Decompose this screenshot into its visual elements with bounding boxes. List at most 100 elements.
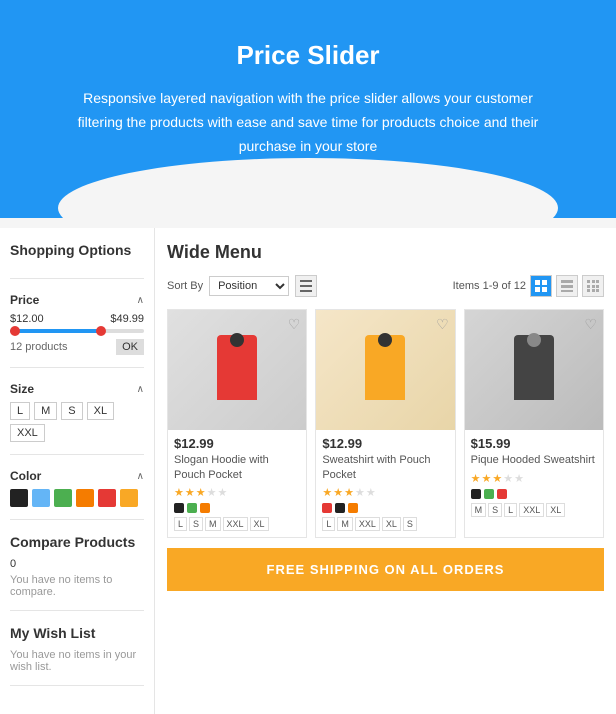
product-info-1: $12.99 Slogan Hoodie with Pouch Pocket ★…	[168, 430, 306, 537]
color-dot-2-black[interactable]	[335, 503, 345, 513]
price-label: Price	[10, 293, 39, 307]
toolbar-left: Sort By Position Name Price	[167, 275, 317, 297]
grid-view-button[interactable]	[530, 275, 552, 297]
size-tag-3-XL[interactable]: XL	[546, 503, 565, 517]
content-area: Wide Menu Sort By Position Name Price	[155, 228, 616, 714]
color-dot-2-orange[interactable]	[348, 503, 358, 513]
size-tag-2-XL[interactable]: XL	[382, 517, 401, 531]
color-swatch-red[interactable]	[98, 489, 116, 507]
size-filter-header: Size ∧	[10, 382, 144, 396]
slider-thumb-right[interactable]	[96, 326, 106, 336]
wishlist-button-1[interactable]: ♡	[288, 316, 301, 333]
sort-label: Sort By	[167, 280, 203, 292]
shopping-options-title: Shopping Options	[10, 242, 144, 258]
star-3-5: ★	[514, 472, 524, 485]
size-XXL[interactable]: XXL	[10, 424, 45, 442]
color-filter-section: Color ∧	[10, 469, 144, 520]
size-tag-1-M[interactable]: M	[205, 517, 221, 531]
star-1-3: ★	[196, 486, 206, 499]
price-slider-track[interactable]	[10, 329, 144, 333]
size-options: L M S XL XXL	[10, 402, 144, 442]
product-name-1: Slogan Hoodie with Pouch Pocket	[174, 453, 300, 482]
price-ok-button[interactable]: OK	[116, 339, 144, 355]
color-dots-3	[471, 489, 597, 499]
color-dot-3-green[interactable]	[484, 489, 494, 499]
size-tag-2-M[interactable]: M	[337, 517, 353, 531]
size-tag-3-S[interactable]: S	[488, 503, 502, 517]
color-swatches	[10, 489, 144, 507]
product-name-2: Sweatshirt with Pouch Pocket	[322, 453, 448, 482]
price-chevron-icon[interactable]: ∧	[137, 295, 144, 306]
color-chevron-icon[interactable]: ∧	[137, 471, 144, 482]
size-filter-section: Size ∧ L M S XL XXL	[10, 382, 144, 455]
size-tag-1-XXL[interactable]: XXL	[223, 517, 248, 531]
color-swatch-orange[interactable]	[76, 489, 94, 507]
size-tags-2: L M XXL XL S	[322, 517, 448, 531]
star-2-5: ★	[366, 486, 376, 499]
product-card-1[interactable]: ♡ $12.99 Slogan Hoodie with Pouch Pocket…	[167, 309, 307, 538]
color-dot-1-green[interactable]	[187, 503, 197, 513]
compact-view-button[interactable]	[582, 275, 604, 297]
wishlist-section: My Wish List You have no items in your w…	[10, 625, 144, 686]
compact-icon	[587, 280, 599, 292]
wishlist-button-3[interactable]: ♡	[584, 316, 597, 333]
color-swatch-blue[interactable]	[32, 489, 50, 507]
product-silhouette-2	[360, 325, 410, 415]
hero-title: Price Slider	[60, 40, 556, 71]
compare-products-title: Compare Products	[10, 534, 144, 550]
size-XL[interactable]: XL	[87, 402, 114, 420]
size-M[interactable]: M	[34, 402, 57, 420]
star-2-1: ★	[322, 486, 332, 499]
color-swatch-yellow[interactable]	[120, 489, 138, 507]
compare-count: 0	[10, 558, 144, 570]
color-swatch-green[interactable]	[54, 489, 72, 507]
product-info-2: $12.99 Sweatshirt with Pouch Pocket ★ ★ …	[316, 430, 454, 537]
size-tag-1-XL[interactable]: XL	[250, 517, 269, 531]
sort-select[interactable]: Position Name Price	[209, 276, 289, 296]
size-tag-2-XXL[interactable]: XXL	[355, 517, 380, 531]
size-tag-1-S[interactable]: S	[189, 517, 203, 531]
size-tag-2-S[interactable]: S	[403, 517, 417, 531]
size-tag-3-M[interactable]: M	[471, 503, 487, 517]
color-dot-1-black[interactable]	[174, 503, 184, 513]
product-name-3: Pique Hooded Sweatshirt	[471, 453, 597, 467]
star-3-3: ★	[492, 472, 502, 485]
color-swatch-black[interactable]	[10, 489, 28, 507]
rows-icon	[561, 280, 573, 292]
star-row-1: ★ ★ ★ ★ ★	[174, 486, 300, 499]
list-view-button[interactable]	[295, 275, 317, 297]
list-view-button-2[interactable]	[556, 275, 578, 297]
color-dot-3-red[interactable]	[497, 489, 507, 499]
star-1-4: ★	[207, 486, 217, 499]
product-card-3[interactable]: ♡ $15.99 Pique Hooded Sweatshirt ★ ★ ★ ★…	[464, 309, 604, 538]
color-dot-3-black[interactable]	[471, 489, 481, 499]
size-tag-2-L[interactable]: L	[322, 517, 335, 531]
star-2-4: ★	[355, 486, 365, 499]
color-dot-1-orange[interactable]	[200, 503, 210, 513]
size-S[interactable]: S	[61, 402, 82, 420]
products-count: 12 products	[10, 341, 67, 353]
compare-products-section: Compare Products 0 You have no items to …	[10, 534, 144, 611]
size-chevron-icon[interactable]: ∧	[137, 384, 144, 395]
grid-icon	[535, 280, 547, 292]
color-dots-1	[174, 503, 300, 513]
price-min: $12.00	[10, 313, 44, 325]
product-grid: ♡ $12.99 Slogan Hoodie with Pouch Pocket…	[167, 309, 604, 538]
product-card-2[interactable]: ♡ $12.99 Sweatshirt with Pouch Pocket ★ …	[315, 309, 455, 538]
product-image-3: ♡	[465, 310, 603, 430]
wishlist-button-2[interactable]: ♡	[436, 316, 449, 333]
size-tag-3-L[interactable]: L	[504, 503, 517, 517]
size-L[interactable]: L	[10, 402, 30, 420]
star-3-2: ★	[482, 472, 492, 485]
star-3-4: ★	[503, 472, 513, 485]
slider-fill	[10, 329, 104, 333]
wishlist-title: My Wish List	[10, 625, 144, 641]
size-tag-3-XXL[interactable]: XXL	[519, 503, 544, 517]
star-3-1: ★	[471, 472, 481, 485]
products-count-row: 12 products OK	[10, 339, 144, 355]
color-dot-2-red[interactable]	[322, 503, 332, 513]
slider-thumb-left[interactable]	[10, 326, 20, 336]
size-tag-1-L[interactable]: L	[174, 517, 187, 531]
product-image-1: ♡	[168, 310, 306, 430]
main-layout: Shopping Options Price ∧ $12.00 $49.99 1…	[0, 228, 616, 714]
